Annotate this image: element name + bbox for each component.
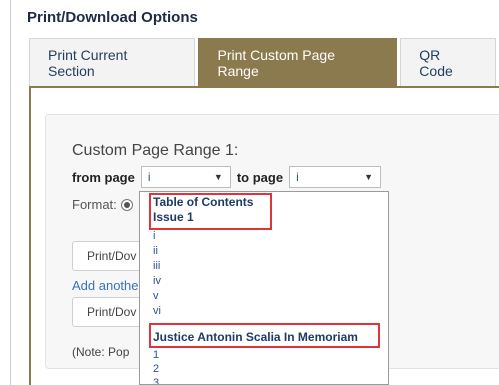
panel-title: Print/Download Options — [27, 9, 198, 26]
highlight-box-toc — [149, 193, 272, 230]
dropdown-option[interactable]: 1 — [153, 349, 159, 361]
from-page-value: i — [147, 170, 151, 184]
from-page-select[interactable]: i ▼ — [140, 166, 231, 188]
tab-print-current-section[interactable]: Print Current Section — [29, 38, 196, 86]
to-page-select[interactable]: i ▼ — [289, 166, 382, 188]
format-row: Format: — [72, 197, 133, 212]
chevron-down-icon: ▼ — [364, 172, 374, 182]
page-range-row: from page i ▼ to page i ▼ — [72, 166, 387, 188]
dropdown-option[interactable]: 3 — [153, 377, 159, 384]
from-page-label: from page — [72, 169, 135, 185]
dropdown-option[interactable]: v — [153, 290, 159, 302]
dropdown-option[interactable]: iv — [153, 275, 161, 287]
dropdown-option[interactable]: 2 — [153, 363, 159, 375]
custom-range-title: Custom Page Range 1: — [72, 142, 239, 159]
highlight-box-scalia — [149, 323, 380, 348]
tab-print-custom-page-range[interactable]: Print Custom Page Range — [198, 38, 398, 86]
from-page-dropdown-list[interactable]: Table of Contents Issue 1 i ii iii iv v … — [139, 191, 389, 385]
dropdown-option[interactable]: ii — [153, 245, 158, 257]
to-page-label: to page — [236, 169, 284, 185]
dropdown-option[interactable]: iii — [153, 260, 160, 272]
format-label: Format: — [72, 197, 117, 212]
tab-qr-code[interactable]: QR Code — [400, 38, 496, 86]
to-page-value: i — [296, 170, 299, 184]
format-radio[interactable] — [120, 198, 133, 211]
dropdown-option[interactable]: vi — [153, 305, 161, 317]
dropdown-option[interactable]: i — [153, 230, 155, 242]
chevron-down-icon: ▼ — [213, 172, 223, 182]
tab-bar: Print Current Section Print Custom Page … — [29, 38, 499, 86]
